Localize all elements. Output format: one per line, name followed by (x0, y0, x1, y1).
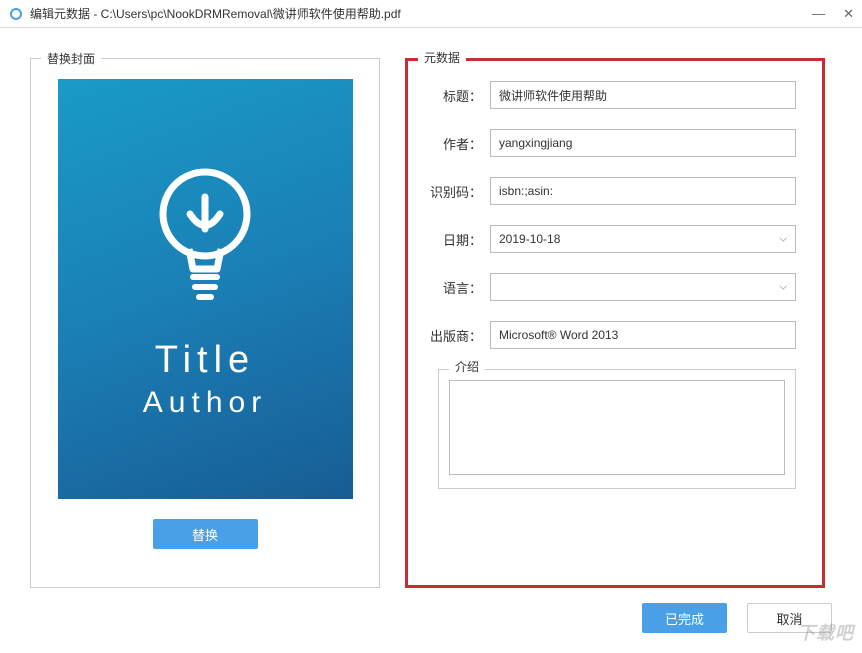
cover-author-text: Author (143, 386, 267, 420)
metadata-panel: 元数据 标题： 作者： 识别码： 日期： 2019-10-18 ⌵ (405, 58, 825, 588)
date-value: 2019-10-18 (499, 232, 560, 246)
date-label: 日期： (420, 230, 482, 249)
window-title: 编辑元数据 - C:\Users\pc\NookDRMRemoval\微讲师软件… (30, 5, 812, 22)
cover-panel: 替换封面 Title Author 替换 (30, 58, 380, 588)
app-icon (8, 6, 24, 22)
metadata-panel-label: 元数据 (418, 49, 466, 66)
watermark: 下载吧 (797, 619, 854, 645)
publisher-label: 出版商： (420, 326, 482, 345)
language-select[interactable]: ⌵ (490, 273, 796, 301)
chevron-down-icon: ⌵ (779, 234, 787, 245)
publisher-input[interactable] (490, 321, 796, 349)
identifier-label: 识别码： (420, 182, 482, 201)
language-label: 语言： (420, 278, 482, 297)
replace-cover-button[interactable]: 替换 (153, 519, 258, 549)
lightbulb-icon (145, 159, 265, 309)
cover-title-text: Title (155, 339, 255, 382)
author-label: 作者： (420, 134, 482, 153)
author-input[interactable] (490, 129, 796, 157)
titlebar: 编辑元数据 - C:\Users\pc\NookDRMRemoval\微讲师软件… (0, 0, 862, 28)
intro-label: 介绍 (449, 358, 485, 375)
cover-preview: Title Author (58, 79, 353, 499)
intro-textarea[interactable] (449, 380, 785, 475)
date-select[interactable]: 2019-10-18 ⌵ (490, 225, 796, 253)
identifier-input[interactable] (490, 177, 796, 205)
window-controls: — ✕ (812, 6, 854, 22)
intro-fieldset: 介绍 (438, 369, 796, 489)
title-label: 标题： (420, 86, 482, 105)
chevron-down-icon: ⌵ (779, 282, 787, 293)
title-input[interactable] (490, 81, 796, 109)
minimize-button[interactable]: — (812, 6, 825, 22)
cover-panel-label: 替换封面 (41, 50, 101, 67)
dialog-content: 替换封面 Title Author 替换 元数据 标题： (0, 28, 862, 653)
done-button[interactable]: 已完成 (642, 603, 727, 633)
close-button[interactable]: ✕ (843, 6, 854, 22)
